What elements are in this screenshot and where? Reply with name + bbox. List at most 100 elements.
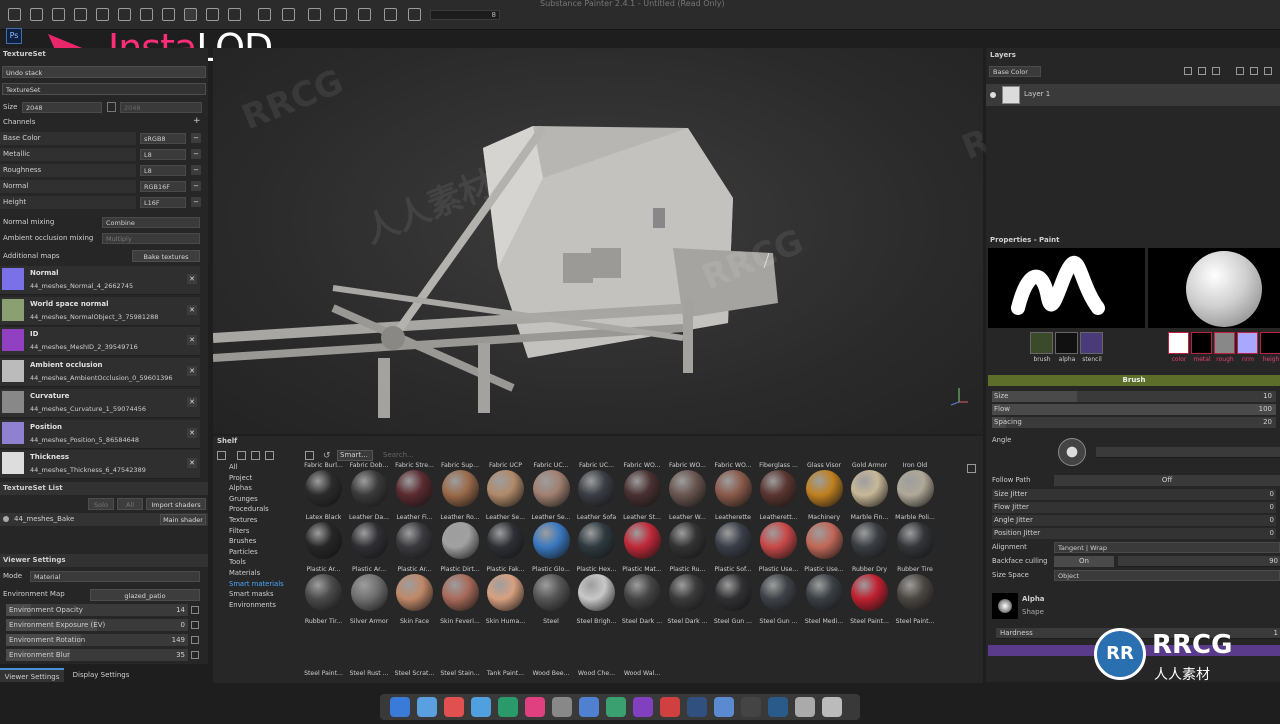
reset-icon[interactable]: ↺ <box>323 451 331 461</box>
photoshop-export-icon[interactable]: Ps <box>6 28 22 44</box>
shelf-category-filters[interactable]: Filters <box>229 526 299 537</box>
material-item[interactable]: Leather St... <box>620 514 665 568</box>
dock-app-icon[interactable] <box>498 697 518 717</box>
metal-channel-thumb[interactable] <box>1191 332 1212 354</box>
remove-map-icon[interactable]: ✕ <box>187 274 197 284</box>
edit-pencil-icon[interactable] <box>191 651 199 659</box>
tab-viewer-settings[interactable]: Viewer Settings <box>0 668 64 682</box>
material-item[interactable]: Glass Visor <box>802 462 847 516</box>
size-dropdown[interactable]: 2048 <box>22 102 102 113</box>
eraser-tool-icon[interactable] <box>30 8 43 21</box>
shelf-category-project[interactable]: Project <box>229 473 299 484</box>
material-item[interactable]: Fabric Dob... <box>347 462 392 516</box>
material-item[interactable]: Fabric WO... <box>711 462 756 516</box>
shelf-category-alphas[interactable]: Alphas <box>229 483 299 494</box>
material-item[interactable]: Steel Paint... <box>301 670 346 724</box>
tab-display-settings[interactable]: Display Settings <box>66 668 136 682</box>
import-shaders-button[interactable]: Import shaders <box>146 498 206 510</box>
dock-app-icon[interactable] <box>417 697 437 717</box>
dock-app-icon[interactable] <box>552 697 572 717</box>
add-fill-icon[interactable] <box>1184 67 1192 75</box>
shelf-tab-smart[interactable]: Smart... <box>337 450 373 461</box>
material-item[interactable]: Leather Se... <box>483 514 528 568</box>
shelf-category-tools[interactable]: Tools <box>229 557 299 568</box>
heigh-channel-thumb[interactable] <box>1260 332 1280 354</box>
channel-format-dropdown[interactable]: RGB16F <box>140 181 186 192</box>
material-item[interactable]: Steel Gun ... <box>711 618 756 672</box>
material-item[interactable]: Steel Dark ... <box>665 618 710 672</box>
remove-map-icon[interactable]: ✕ <box>187 427 197 438</box>
folder-icon[interactable] <box>217 451 226 460</box>
material-item[interactable]: Plastic Dirt... <box>438 566 483 620</box>
material-item[interactable]: Fabric Burl... <box>301 462 346 516</box>
channel-format-dropdown[interactable]: L16F <box>140 197 186 208</box>
display-icon[interactable] <box>334 8 347 21</box>
dock-app-icon[interactable] <box>606 697 626 717</box>
material-item[interactable]: Steel Dark ... <box>620 618 665 672</box>
shelf-tool-icons[interactable] <box>217 451 281 461</box>
brush-size-field[interactable]: 8 <box>430 10 500 20</box>
visibility-icon[interactable] <box>3 516 9 522</box>
material-item[interactable]: Latex Black <box>301 514 346 568</box>
grid-icon[interactable] <box>237 451 246 460</box>
shelf-category-all[interactable]: All <box>229 462 299 473</box>
add-mask-icon[interactable] <box>1212 67 1220 75</box>
remove-map-icon[interactable]: ✕ <box>187 335 197 346</box>
smudge-tool-icon[interactable] <box>96 8 109 21</box>
view-cube-icon[interactable] <box>308 8 321 21</box>
material-item[interactable]: Plastic Use... <box>802 566 847 620</box>
material-item[interactable]: Plastic Glo... <box>529 566 574 620</box>
map-item[interactable]: Normal 44_meshes_Normal_4_2662745 ✕ <box>0 266 200 295</box>
remove-channel-icon[interactable]: − <box>191 165 201 175</box>
dock-app-icon[interactable] <box>768 697 788 717</box>
dock-app-icon[interactable] <box>714 697 734 717</box>
dock-app-icon[interactable] <box>687 697 707 717</box>
angle-dial[interactable] <box>1058 438 1086 466</box>
dock-app-icon[interactable] <box>579 697 599 717</box>
env-map-button[interactable]: glazed_patio <box>90 589 200 601</box>
dock-app-icon[interactable] <box>444 697 464 717</box>
material-item[interactable]: Skin Huma... <box>483 618 528 672</box>
material-item[interactable]: Rubber Tire <box>893 566 938 620</box>
material-item[interactable]: Plastic Ar... <box>301 566 346 620</box>
camera-icon[interactable] <box>184 8 197 21</box>
edit-pencil-icon[interactable] <box>191 606 199 614</box>
mode-dropdown[interactable]: Material <box>30 571 200 582</box>
material-item[interactable]: Plastic Ar... <box>347 566 392 620</box>
material-item[interactable]: Fabric UC... <box>529 462 574 516</box>
all-button[interactable]: All <box>117 498 143 510</box>
shelf-category-smart-masks[interactable]: Smart masks <box>229 589 299 600</box>
material-item[interactable]: Leather Da... <box>347 514 392 568</box>
remove-map-icon[interactable]: ✕ <box>187 304 197 315</box>
map-item[interactable]: Thickness 44_meshes_Thickness_6_47542389 ✕ <box>0 450 200 480</box>
remove-channel-icon[interactable]: − <box>191 149 201 159</box>
list-icon[interactable] <box>265 451 274 460</box>
iray-icon[interactable] <box>358 8 371 21</box>
shelf-category-textures[interactable]: Textures <box>229 515 299 526</box>
material-item[interactable]: Skin Feveri... <box>438 618 483 672</box>
viewer-slider[interactable]: Environment Rotation 149 <box>6 634 188 646</box>
stencil-thumb[interactable] <box>1080 332 1103 354</box>
textureset-tab[interactable]: TextureSet <box>2 83 206 95</box>
material-item[interactable]: Gold Armor <box>847 462 892 516</box>
grid-icon-2[interactable] <box>251 451 260 460</box>
dock-app-icon[interactable] <box>795 697 815 717</box>
bake-textures-button[interactable]: Bake textures <box>132 250 200 262</box>
material-item[interactable]: Plastic Ar... <box>392 566 437 620</box>
material-item[interactable]: Plastic Use... <box>756 566 801 620</box>
shelf-category-procedurals[interactable]: Procedurals <box>229 504 299 515</box>
material-item[interactable]: Leatherette <box>711 514 756 568</box>
remove-channel-icon[interactable]: − <box>191 181 201 191</box>
material-item[interactable]: Silver Armor <box>347 618 392 672</box>
material-item[interactable]: Rubber Dry <box>847 566 892 620</box>
lock-icon[interactable] <box>107 102 116 112</box>
channel-format-dropdown[interactable]: sRGB8 <box>140 133 186 144</box>
dock-app-icon[interactable] <box>525 697 545 717</box>
map-item[interactable]: Ambient occlusion 44_meshes_AmbientOcclus… <box>0 358 200 388</box>
folder-icon[interactable] <box>1250 67 1258 75</box>
remove-map-icon[interactable]: ✕ <box>187 396 197 407</box>
alpha-thumb[interactable] <box>992 593 1018 619</box>
material-item[interactable]: Fabric WO... <box>665 462 710 516</box>
material-item[interactable]: Leather Fi... <box>392 514 437 568</box>
remove-map-icon[interactable]: ✕ <box>187 458 197 469</box>
